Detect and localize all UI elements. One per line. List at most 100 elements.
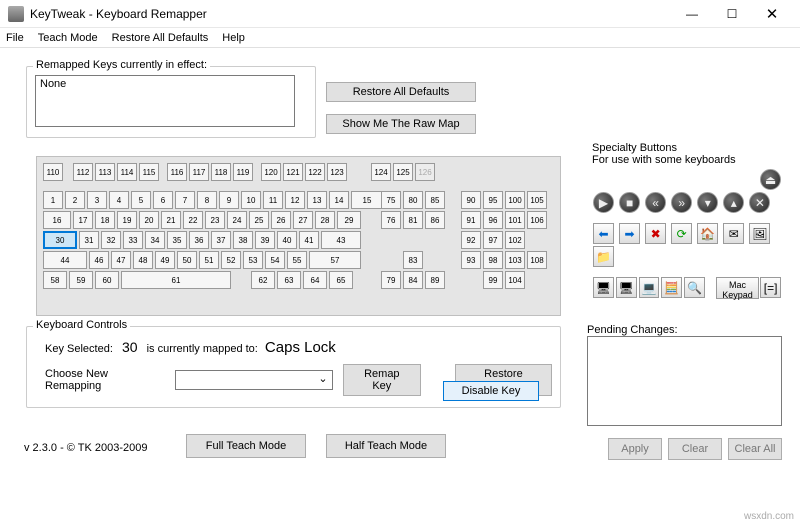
close-button[interactable]: ✕ xyxy=(752,2,792,26)
key-80[interactable]: 80 xyxy=(403,191,423,209)
search-icon[interactable]: 🔍 xyxy=(684,277,705,298)
key-113[interactable]: 113 xyxy=(95,163,115,181)
key-91[interactable]: 91 xyxy=(461,211,481,229)
key-8[interactable]: 8 xyxy=(197,191,217,209)
full-teach-mode-button[interactable]: Full Teach Mode xyxy=(186,434,306,458)
key-43[interactable]: 43 xyxy=(321,231,361,249)
key-50[interactable]: 50 xyxy=(177,251,197,269)
key-49[interactable]: 49 xyxy=(155,251,175,269)
pending-changes-list[interactable] xyxy=(587,336,782,426)
show-raw-map-button[interactable]: Show Me The Raw Map xyxy=(326,114,476,134)
key-10[interactable]: 10 xyxy=(241,191,261,209)
key-15[interactable]: 15 xyxy=(351,191,383,209)
key-97[interactable]: 97 xyxy=(483,231,503,249)
key-98[interactable]: 98 xyxy=(483,251,503,269)
gallery-icon[interactable]: 🖼 xyxy=(749,223,770,244)
key-4[interactable]: 4 xyxy=(109,191,129,209)
key-106[interactable]: 106 xyxy=(527,211,547,229)
key-17[interactable]: 17 xyxy=(73,211,93,229)
refresh-icon[interactable]: ⟳ xyxy=(671,223,692,244)
key-117[interactable]: 117 xyxy=(189,163,209,181)
vol-down-icon[interactable]: ▾ xyxy=(697,192,718,213)
remapped-keys-list[interactable]: None xyxy=(35,75,295,127)
key-1[interactable]: 1 xyxy=(43,191,63,209)
key-40[interactable]: 40 xyxy=(277,231,297,249)
key-114[interactable]: 114 xyxy=(117,163,137,181)
key-86[interactable]: 86 xyxy=(425,211,445,229)
menu-restore-defaults[interactable]: Restore All Defaults xyxy=(112,32,209,44)
key-64[interactable]: 64 xyxy=(303,271,327,289)
menu-teach-mode[interactable]: Teach Mode xyxy=(38,32,98,44)
key-124[interactable]: 124 xyxy=(371,163,391,181)
stop2-icon[interactable]: ✖ xyxy=(645,223,666,244)
key-19[interactable]: 19 xyxy=(117,211,137,229)
key-62[interactable]: 62 xyxy=(251,271,275,289)
key-30[interactable]: 30 xyxy=(43,231,77,249)
key-84[interactable]: 84 xyxy=(403,271,423,289)
key-52[interactable]: 52 xyxy=(221,251,241,269)
key-29[interactable]: 29 xyxy=(337,211,361,229)
key-33[interactable]: 33 xyxy=(123,231,143,249)
key-39[interactable]: 39 xyxy=(255,231,275,249)
key-105[interactable]: 105 xyxy=(527,191,547,209)
maximize-button[interactable]: ☐ xyxy=(712,2,752,26)
clear-button[interactable]: Clear xyxy=(668,438,722,460)
key-22[interactable]: 22 xyxy=(183,211,203,229)
restore-all-defaults-button[interactable]: Restore All Defaults xyxy=(326,82,476,102)
key-24[interactable]: 24 xyxy=(227,211,247,229)
key-18[interactable]: 18 xyxy=(95,211,115,229)
remapping-combo[interactable] xyxy=(175,370,332,390)
key-53[interactable]: 53 xyxy=(243,251,263,269)
key-20[interactable]: 20 xyxy=(139,211,159,229)
key-25[interactable]: 25 xyxy=(249,211,269,229)
mail-icon[interactable]: ✉ xyxy=(723,223,744,244)
key-54[interactable]: 54 xyxy=(265,251,285,269)
key-79[interactable]: 79 xyxy=(381,271,401,289)
monitor1-icon[interactable]: 🖥 xyxy=(593,277,614,298)
key-60[interactable]: 60 xyxy=(95,271,119,289)
key-123[interactable]: 123 xyxy=(327,163,347,181)
remap-key-button[interactable]: Remap Key xyxy=(343,364,422,396)
vol-up-icon[interactable]: ▴ xyxy=(723,192,744,213)
key-65[interactable]: 65 xyxy=(329,271,353,289)
key-44[interactable]: 44 xyxy=(43,251,87,269)
key-5[interactable]: 5 xyxy=(131,191,151,209)
key-99[interactable]: 99 xyxy=(483,271,503,289)
eject-icon[interactable]: ⏏ xyxy=(760,169,781,190)
key-85[interactable]: 85 xyxy=(425,191,445,209)
key-51[interactable]: 51 xyxy=(199,251,219,269)
key-89[interactable]: 89 xyxy=(425,271,445,289)
stop-icon[interactable]: ■ xyxy=(619,192,640,213)
key-27[interactable]: 27 xyxy=(293,211,313,229)
key-35[interactable]: 35 xyxy=(167,231,187,249)
disable-key-button[interactable]: Disable Key xyxy=(443,381,539,401)
key-115[interactable]: 115 xyxy=(139,163,159,181)
minimize-button[interactable]: — xyxy=(672,2,712,26)
menu-file[interactable]: File xyxy=(6,32,24,44)
clear-all-button[interactable]: Clear All xyxy=(728,438,782,460)
key-13[interactable]: 13 xyxy=(307,191,327,209)
menu-help[interactable]: Help xyxy=(222,32,245,44)
key-63[interactable]: 63 xyxy=(277,271,301,289)
key-120[interactable]: 120 xyxy=(261,163,281,181)
home-icon[interactable]: 🏠 xyxy=(697,223,718,244)
play-icon[interactable]: ▶ xyxy=(593,192,614,213)
key-59[interactable]: 59 xyxy=(69,271,93,289)
key-55[interactable]: 55 xyxy=(287,251,307,269)
key-116[interactable]: 116 xyxy=(167,163,187,181)
key-3[interactable]: 3 xyxy=(87,191,107,209)
key-7[interactable]: 7 xyxy=(175,191,195,209)
key-119[interactable]: 119 xyxy=(233,163,253,181)
key-47[interactable]: 47 xyxy=(111,251,131,269)
key-21[interactable]: 21 xyxy=(161,211,181,229)
key-38[interactable]: 38 xyxy=(233,231,253,249)
key-48[interactable]: 48 xyxy=(133,251,153,269)
back-icon[interactable]: ⬅ xyxy=(593,223,614,244)
key-6[interactable]: 6 xyxy=(153,191,173,209)
key-23[interactable]: 23 xyxy=(205,211,225,229)
mute-icon[interactable]: ✕ xyxy=(749,192,770,213)
key-93[interactable]: 93 xyxy=(461,251,481,269)
key-37[interactable]: 37 xyxy=(211,231,231,249)
key-81[interactable]: 81 xyxy=(403,211,423,229)
apply-button[interactable]: Apply xyxy=(608,438,662,460)
